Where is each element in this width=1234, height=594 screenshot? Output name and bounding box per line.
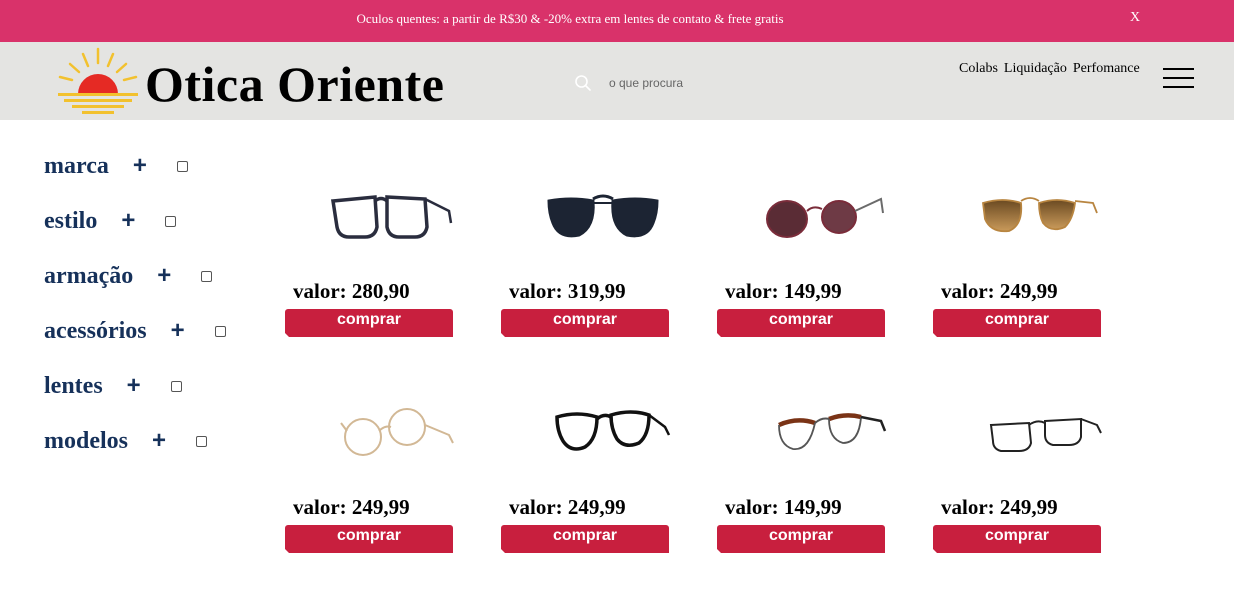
filter-checkbox[interactable] xyxy=(214,325,226,337)
buy-button[interactable]: comprar xyxy=(285,525,453,553)
filter-armacao: armação + xyxy=(44,259,213,293)
product-card: valor: 149,99 comprar xyxy=(717,369,887,559)
buy-button[interactable]: comprar xyxy=(933,309,1101,337)
buy-button[interactable]: comprar xyxy=(717,525,885,553)
eyeglasses-image[interactable] xyxy=(973,395,1103,467)
filter-checkbox[interactable] xyxy=(165,215,177,227)
product-price: valor: 249,99 xyxy=(293,495,410,519)
promo-bar: Oculos quentes: a partir de R$30 & -20% … xyxy=(0,0,1234,42)
search-icon[interactable] xyxy=(574,74,592,92)
buy-button[interactable]: comprar xyxy=(501,309,669,337)
product-card: valor: 149,99 comprar xyxy=(717,153,887,343)
product-price: valor: 319,99 xyxy=(509,279,626,303)
nav-liquidacao[interactable]: Liquidação xyxy=(1004,61,1067,77)
filter-label: marca xyxy=(44,152,109,179)
buy-button[interactable]: comprar xyxy=(501,525,669,553)
filter-checkbox[interactable] xyxy=(176,160,188,172)
product-price: valor: 149,99 xyxy=(725,279,842,303)
product-card: valor: 249,99 comprar xyxy=(933,153,1103,343)
product-price: valor: 280,90 xyxy=(293,279,410,303)
filter-label: estilo xyxy=(44,207,98,234)
product-card: valor: 249,99 comprar xyxy=(501,369,671,559)
expand-plus-icon[interactable]: + xyxy=(171,317,185,345)
sunglasses-image[interactable] xyxy=(973,179,1103,251)
filter-modelos: modelos + xyxy=(44,424,208,458)
product-card: valor: 249,99 comprar xyxy=(285,369,455,559)
product-price: valor: 249,99 xyxy=(941,495,1058,519)
eyeglasses-image[interactable] xyxy=(757,395,887,467)
sunglasses-image[interactable] xyxy=(541,179,671,251)
buy-button[interactable]: comprar xyxy=(717,309,885,337)
filter-label: acessórios xyxy=(44,317,147,344)
filter-lentes: lentes + xyxy=(44,369,182,403)
brand-logo-text[interactable]: Otica Oriente xyxy=(145,55,444,113)
expand-plus-icon[interactable]: + xyxy=(121,207,135,235)
search-input[interactable] xyxy=(609,76,769,90)
eyeglasses-image[interactable] xyxy=(325,395,455,467)
menu-hamburger-icon[interactable] xyxy=(1163,68,1194,88)
product-price: valor: 249,99 xyxy=(941,279,1058,303)
expand-plus-icon[interactable]: + xyxy=(127,372,141,400)
site-header: Otica Oriente Colabs Liquidação Perfoman… xyxy=(0,42,1234,120)
eyeglasses-image[interactable] xyxy=(541,395,671,467)
sunglasses-image[interactable] xyxy=(757,179,887,251)
nav-performance[interactable]: Perfomance xyxy=(1073,61,1140,77)
top-nav: Colabs Liquidação Perfomance xyxy=(959,61,1140,77)
product-price: valor: 249,99 xyxy=(509,495,626,519)
filter-label: modelos xyxy=(44,427,128,454)
product-card: valor: 280,90 comprar xyxy=(285,153,455,343)
product-card: valor: 249,99 comprar xyxy=(933,369,1103,559)
close-promo-button[interactable]: X xyxy=(1130,10,1140,26)
filter-marca: marca + xyxy=(44,149,188,183)
sunset-logo-icon[interactable] xyxy=(56,46,140,118)
buy-button[interactable]: comprar xyxy=(285,309,453,337)
buy-button[interactable]: comprar xyxy=(933,525,1101,553)
filter-checkbox[interactable] xyxy=(170,380,182,392)
expand-plus-icon[interactable]: + xyxy=(133,152,147,180)
expand-plus-icon[interactable]: + xyxy=(157,262,171,290)
nav-colabs[interactable]: Colabs xyxy=(959,61,998,77)
filter-estilo: estilo + xyxy=(44,204,177,238)
product-price: valor: 149,99 xyxy=(725,495,842,519)
promo-text: Oculos quentes: a partir de R$30 & -20% … xyxy=(356,11,784,26)
expand-plus-icon[interactable]: + xyxy=(152,427,166,455)
eyeglasses-image[interactable] xyxy=(325,179,455,251)
filter-acessorios: acessórios + xyxy=(44,314,226,348)
filter-checkbox[interactable] xyxy=(196,435,208,447)
filter-checkbox[interactable] xyxy=(201,270,213,282)
search-bar xyxy=(574,72,769,94)
filter-label: lentes xyxy=(44,372,103,399)
filter-label: armação xyxy=(44,262,134,289)
product-card: valor: 319,99 comprar xyxy=(501,153,671,343)
